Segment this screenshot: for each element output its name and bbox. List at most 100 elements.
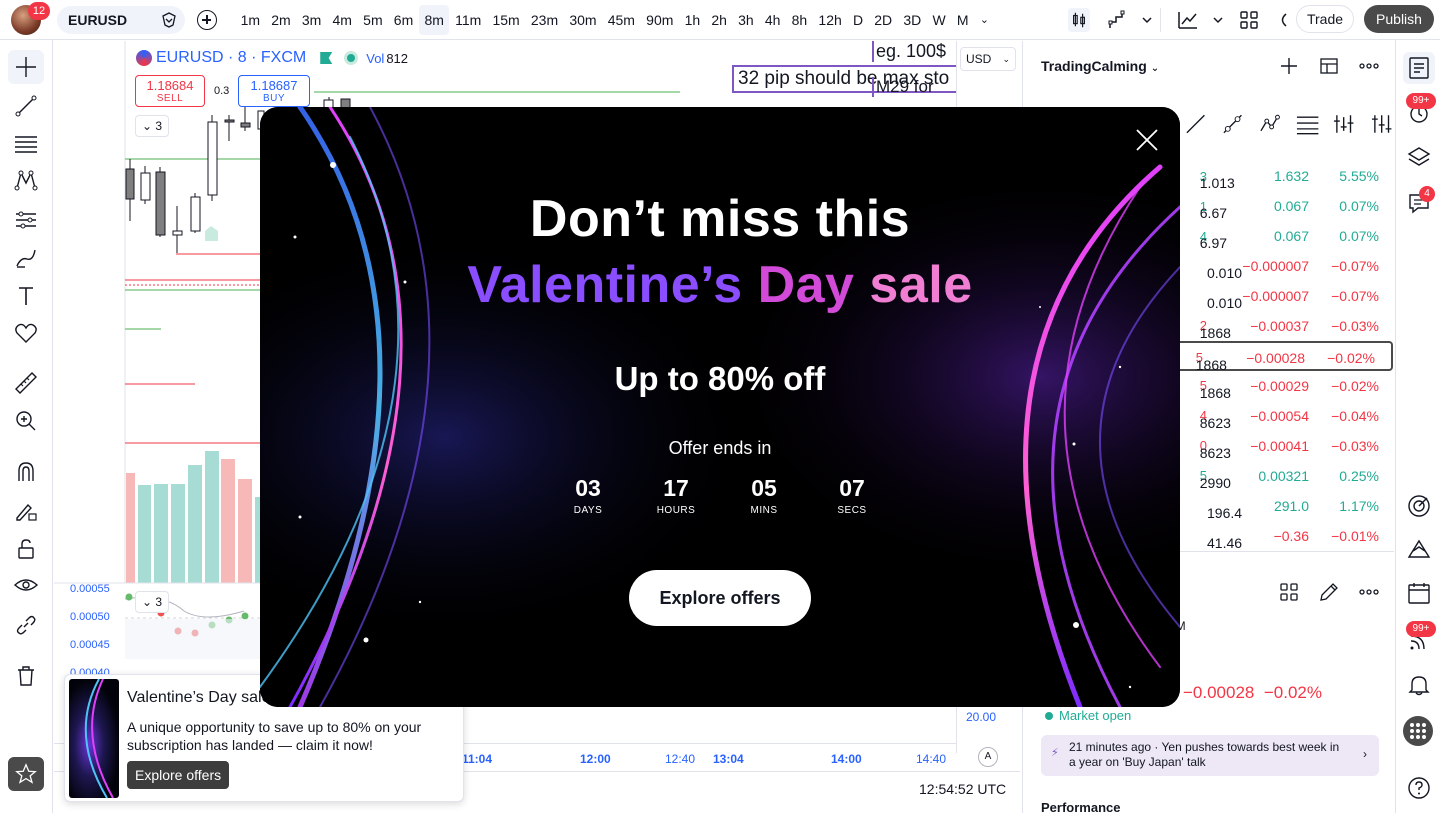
alerts-badge: 99+ — [1406, 93, 1436, 109]
prediction-tool[interactable] — [13, 207, 39, 233]
notifications-tab[interactable] — [1406, 672, 1432, 698]
interval-11m[interactable]: 11m — [449, 5, 486, 35]
interval-1m[interactable]: 1m — [235, 5, 266, 35]
interval-3h[interactable]: 3h — [733, 5, 760, 35]
fib-tool[interactable] — [13, 131, 39, 157]
brush-tool[interactable] — [13, 245, 39, 271]
news-headline-card[interactable]: ⚡ 21 minutes ago · Yen pushes towards be… — [1041, 735, 1379, 776]
interval-30m[interactable]: 30m — [564, 5, 602, 35]
interval-4h[interactable]: 4h — [759, 5, 786, 35]
crosshair-tool[interactable] — [8, 50, 44, 84]
indicators-collapse-button[interactable]: ⌄ 3 — [135, 115, 169, 137]
sell-button[interactable]: 1.18684 SELL — [135, 75, 205, 107]
products-button[interactable] — [1403, 716, 1433, 746]
interval-M[interactable]: M — [951, 5, 974, 35]
publish-button[interactable]: Publish — [1364, 5, 1434, 33]
indicator-axis-label: 0.00055 — [70, 583, 110, 595]
interval-6m[interactable]: 6m — [388, 5, 419, 35]
advanced-view-icon[interactable] — [1318, 55, 1340, 77]
explore-offers-button[interactable]: Explore offers — [629, 570, 811, 626]
interval-8m[interactable]: 8m — [418, 5, 450, 35]
hide-drawings-tool[interactable] — [13, 572, 39, 598]
remove-drawings-tool[interactable] — [13, 663, 39, 689]
interval-90m[interactable]: 90m — [641, 5, 679, 35]
elliott-wave-icon[interactable] — [1258, 111, 1283, 137]
interval-3m[interactable]: 3m — [296, 5, 327, 35]
symbol-search-button[interactable]: EURUSD — [57, 6, 185, 34]
more-options-icon[interactable] — [1358, 581, 1380, 603]
measure-tool[interactable] — [13, 370, 39, 396]
calendar-icon — [1408, 583, 1430, 604]
indicator-template-icon[interactable] — [1106, 8, 1130, 32]
lock-drawings-tool[interactable] — [13, 536, 39, 562]
more-options-icon[interactable] — [1358, 55, 1380, 77]
compare-icon[interactable] — [159, 10, 179, 30]
short-position-icon[interactable] — [1370, 111, 1394, 137]
pencil-lock-icon — [16, 503, 37, 521]
trend-line-icon[interactable] — [1183, 111, 1208, 137]
zoom-tool[interactable] — [13, 408, 39, 434]
legend-symbol[interactable]: EURUSD · 8 · FXCM — [156, 49, 306, 67]
pane-collapse-button[interactable]: ⌄ 3 — [135, 591, 169, 613]
trend-line-tool[interactable] — [13, 93, 39, 119]
object-tree-tab[interactable] — [1406, 144, 1432, 170]
interval-12h[interactable]: 12h — [813, 5, 848, 35]
sync-drawings-tool[interactable] — [13, 612, 39, 638]
interval-2D[interactable]: 2D — [869, 5, 898, 35]
close-icon[interactable] — [1134, 127, 1160, 153]
calendar-tab[interactable] — [1406, 580, 1432, 606]
stay-drawing-tool[interactable] — [13, 498, 39, 524]
ideas-tab[interactable] — [1406, 493, 1432, 519]
chevron-down-icon[interactable] — [1211, 8, 1225, 32]
toast-explore-offers-button[interactable]: Explore offers — [127, 761, 230, 789]
chevron-down-icon[interactable]: ⌄ — [974, 5, 994, 35]
interval-3D[interactable]: 3D — [898, 5, 927, 35]
layouts-grid-icon[interactable] — [1237, 8, 1261, 32]
add-icon[interactable] — [1278, 55, 1300, 77]
ray-icon[interactable] — [1220, 111, 1245, 137]
grid-icon[interactable] — [1278, 581, 1300, 603]
interval-15m[interactable]: 15m — [487, 5, 525, 35]
interval-D[interactable]: D — [847, 5, 868, 35]
row-change: 0.067 — [1273, 198, 1309, 214]
currency-select[interactable]: USD ⌄ — [960, 47, 1016, 71]
magnet-tool[interactable] — [13, 459, 39, 485]
interval-W[interactable]: W — [927, 5, 951, 35]
buy-button[interactable]: 1.18687 BUY — [238, 75, 310, 107]
auto-scale-button[interactable]: A — [978, 747, 998, 767]
watchlist-tab[interactable] — [1403, 52, 1435, 84]
flag-icon[interactable] — [320, 52, 333, 64]
fib-retracement-icon — [15, 136, 37, 153]
interval-45m[interactable]: 45m — [602, 5, 640, 35]
favorites-button[interactable] — [8, 757, 44, 791]
chart-note-top[interactable]: eg. 100$ — [872, 41, 958, 62]
interval-1h[interactable]: 1h — [679, 5, 706, 35]
volume-legend[interactable]: Vol 812 — [366, 51, 408, 66]
edit-icon[interactable] — [1318, 581, 1340, 603]
pattern-tool[interactable] — [13, 168, 39, 194]
indicators-icon[interactable] — [1176, 8, 1200, 32]
help-tab[interactable] — [1406, 775, 1432, 801]
interval-4m[interactable]: 4m — [327, 5, 358, 35]
interval-5m[interactable]: 5m — [358, 5, 389, 35]
fib-levels-icon[interactable] — [1295, 111, 1320, 137]
icon-tool[interactable] — [13, 320, 39, 346]
candles-chart-type-icon[interactable] — [1068, 8, 1090, 32]
row-change: −0.00054 — [1250, 408, 1309, 424]
undo-icon[interactable] — [1276, 8, 1288, 32]
performance-title: Performance — [1041, 800, 1121, 813]
chart-note-bottom[interactable]: M29 for — [872, 77, 958, 97]
watchlist-title-button[interactable]: TradingCalming ⌄ — [1041, 58, 1159, 74]
chevron-down-icon[interactable] — [1140, 8, 1154, 32]
interval-2m[interactable]: 2m — [266, 5, 297, 35]
chart-legend[interactable]: EURUSD · 8 · FXCM Vol 812 — [136, 49, 408, 67]
interval-23m[interactable]: 23m — [525, 5, 563, 35]
trade-button[interactable]: Trade — [1296, 5, 1354, 33]
long-position-icon[interactable] — [1332, 111, 1357, 137]
text-tool[interactable] — [13, 283, 39, 309]
interval-2h[interactable]: 2h — [706, 5, 733, 35]
screener-tab[interactable] — [1406, 536, 1432, 562]
utc-clock[interactable]: 12:54:52 UTC — [919, 781, 1006, 797]
interval-8h[interactable]: 8h — [786, 5, 813, 35]
add-symbol-icon[interactable] — [197, 10, 217, 30]
